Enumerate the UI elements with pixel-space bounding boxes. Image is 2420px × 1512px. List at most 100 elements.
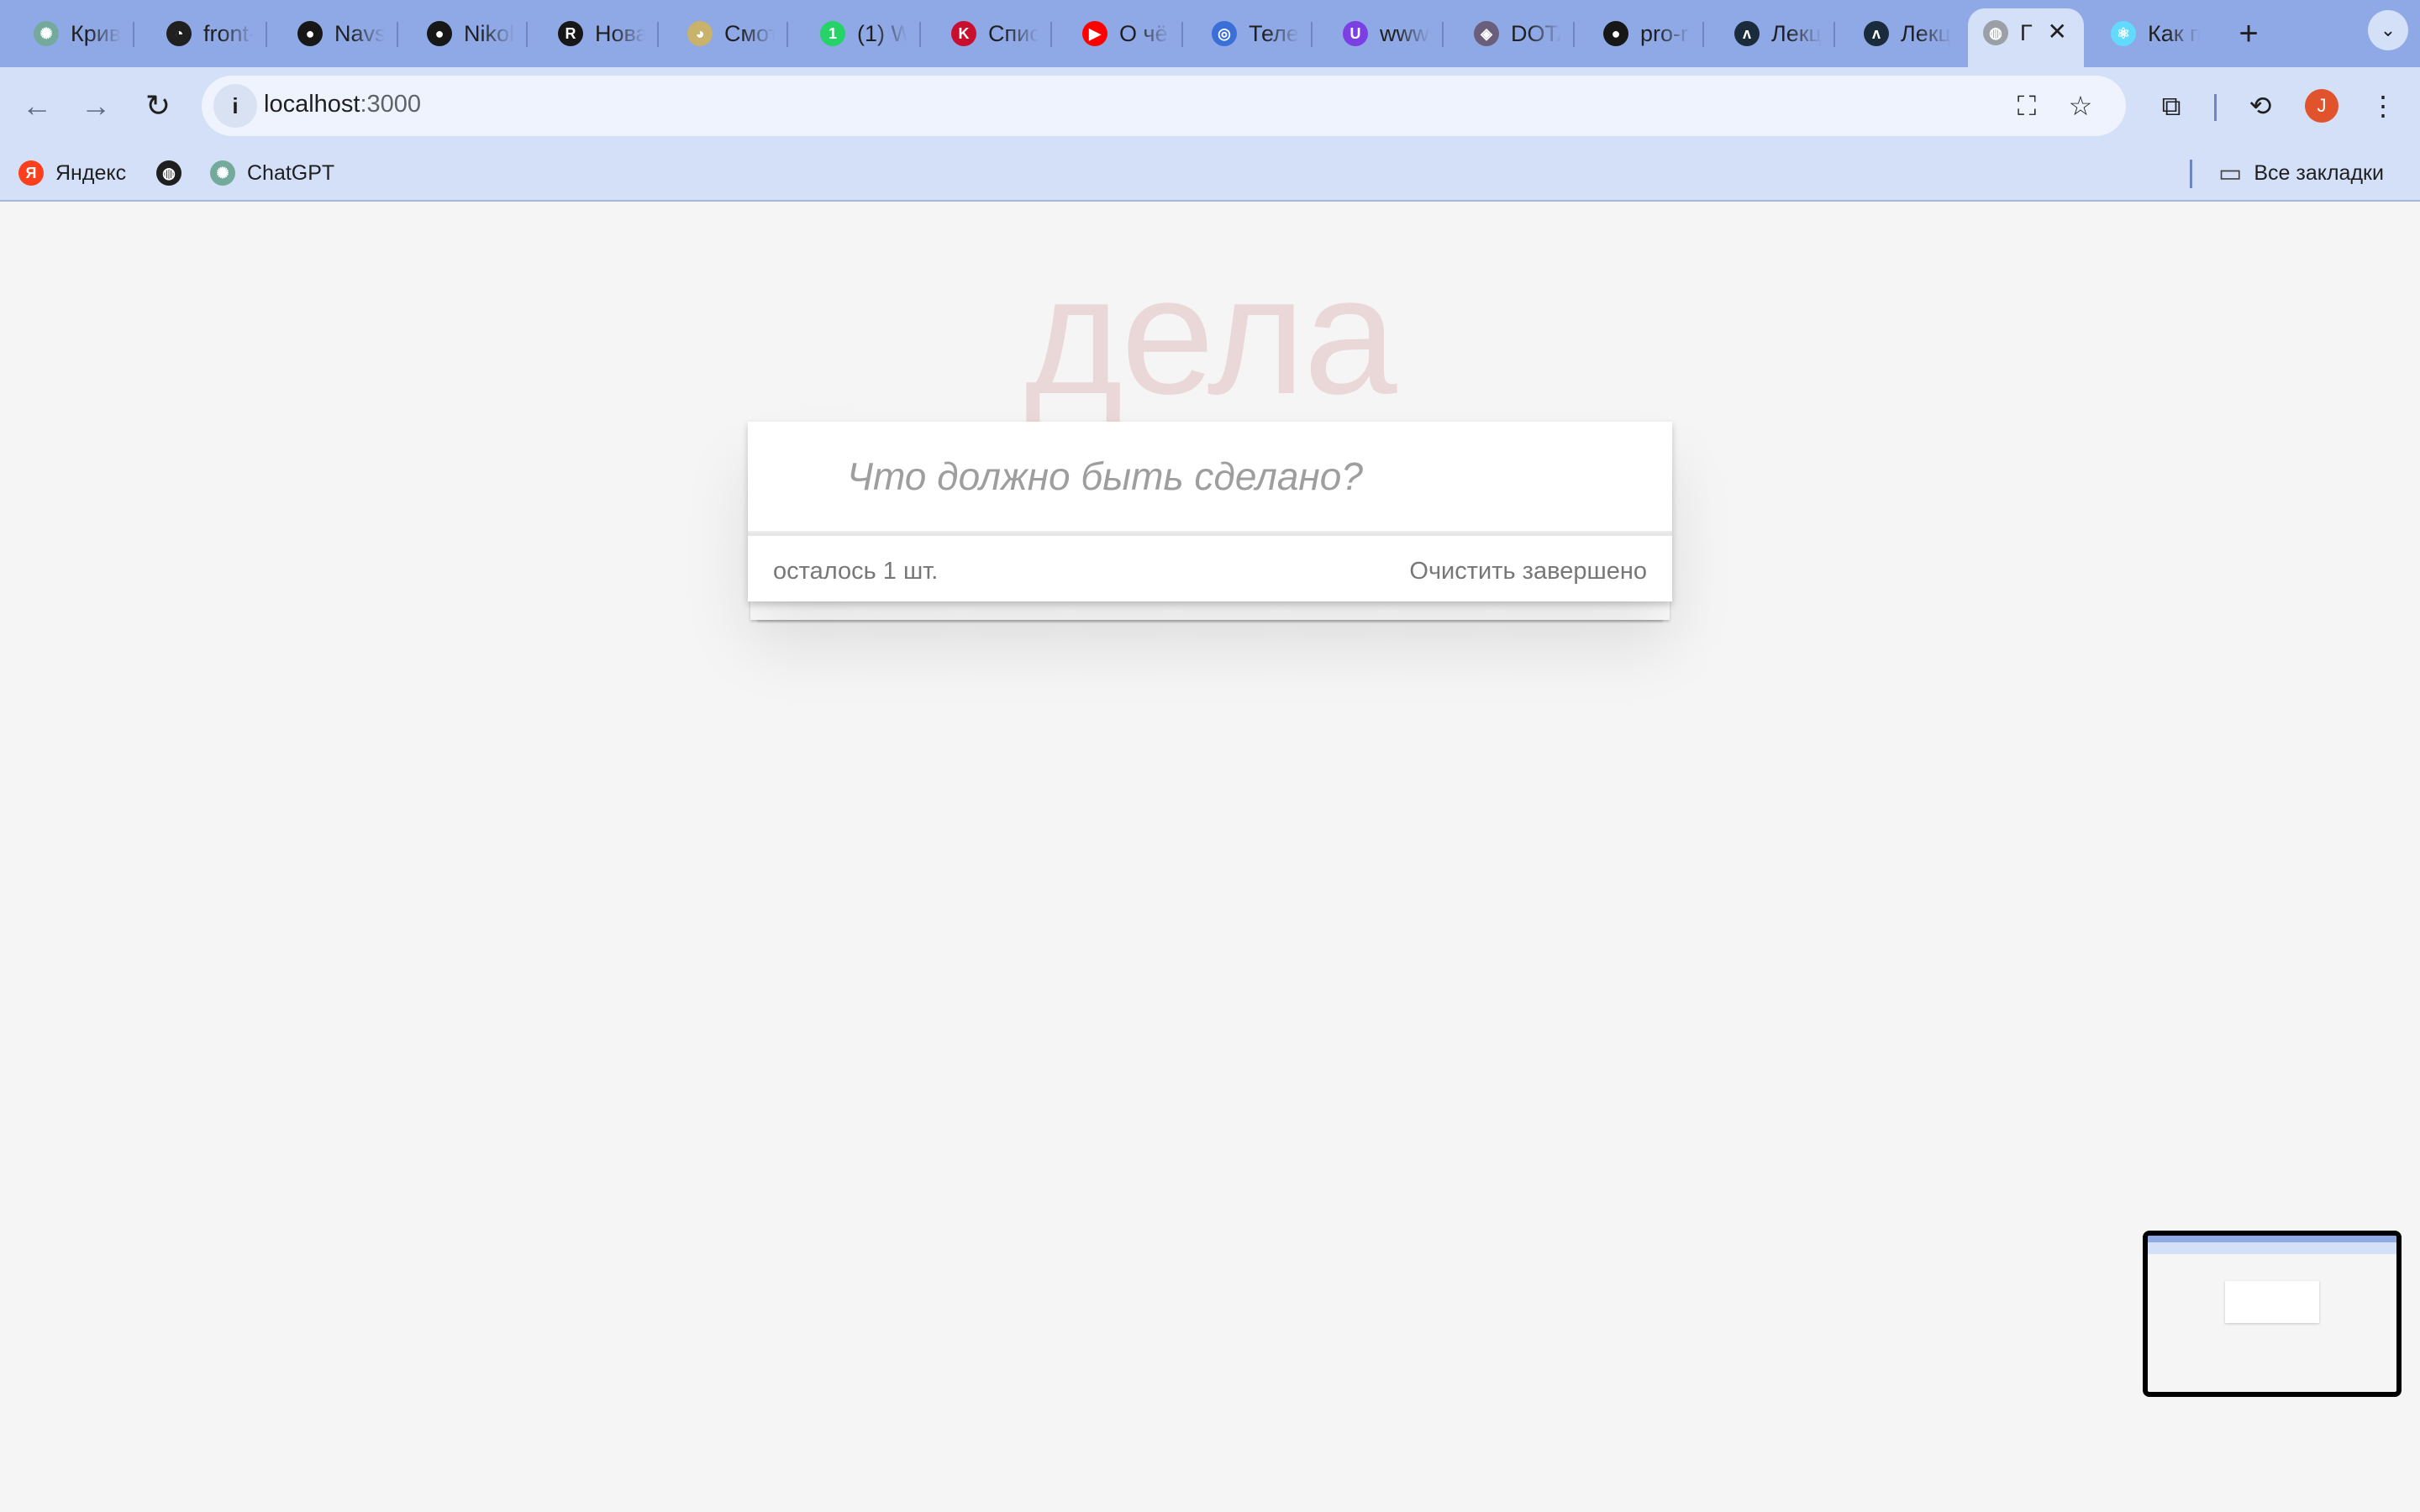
tab-fade: [481, 10, 514, 57]
tab-separator: [1442, 22, 1444, 47]
tab-fade: [1657, 10, 1691, 57]
menu-kebab-icon[interactable]: ⋮: [2361, 84, 2405, 128]
back-arrow-icon[interactable]: ←: [15, 84, 59, 128]
folder-icon: ▭: [2218, 159, 2243, 187]
bookmark-yandex[interactable]: Я Яндекс: [18, 156, 126, 190]
bookmarks-divider: [2190, 160, 2192, 188]
tab[interactable]: ◈DOTA: [1459, 10, 1561, 57]
pip-tabstrip: [2148, 1236, 2396, 1242]
telegram-icon: ◎: [1212, 21, 1237, 46]
tab-strip: ✺Крив ◔front- ●Navsu ●Nikol RНова ◕Смот 1(1) W…: [0, 0, 2420, 67]
whatsapp-icon: 1: [820, 21, 845, 46]
extensions-icon[interactable]: ⧉: [2149, 84, 2193, 128]
items-left-count: осталось 1 шт.: [773, 558, 939, 585]
tab-fade: [1788, 10, 1822, 57]
tab[interactable]: ●pro-r: [1588, 10, 1691, 57]
lecture-icon: ʌ: [1864, 21, 1889, 46]
tab-separator: [1573, 22, 1575, 47]
picture-in-picture-preview[interactable]: [2143, 1231, 2402, 1397]
github-icon: ●: [427, 21, 452, 46]
tab[interactable]: KСпис: [936, 10, 1039, 57]
tab-fade: [612, 10, 645, 57]
github-icon: ●: [297, 21, 323, 46]
close-icon[interactable]: ✕: [2048, 20, 2067, 44]
translate-icon[interactable]: ⛶: [2008, 87, 2045, 124]
tab-fade: [1005, 10, 1039, 57]
tab-fade: [741, 10, 775, 57]
tab[interactable]: RНова: [543, 10, 645, 57]
tab[interactable]: ʌЛекц: [1849, 10, 1951, 57]
youtube-icon: ▶: [1082, 21, 1107, 46]
tab[interactable]: ✺Крив: [18, 10, 121, 57]
tab-fade: [874, 10, 908, 57]
todo-card: осталось 1 шт. Очистить завершено: [748, 422, 1672, 601]
tab[interactable]: 1(1) W: [805, 10, 908, 57]
bookmark-label: Яндекс: [55, 160, 127, 185]
dota-icon: ◈: [1474, 21, 1499, 46]
bookmark-chatgpt[interactable]: ✺ ChatGPT: [210, 156, 334, 190]
tab[interactable]: ●Nikol: [412, 10, 514, 57]
clear-completed-button[interactable]: Очистить завершено: [1409, 558, 1647, 585]
tab-fade: [2166, 10, 2200, 57]
tab-fade: [1528, 10, 1561, 57]
stack-shadow: [750, 600, 1670, 620]
bookmarks-bar: Я Яндекс ◍ ✺ ChatGPT ▭ Все закладки: [0, 144, 2420, 202]
tab-fade: [1397, 10, 1430, 57]
purple-u-icon: U: [1343, 21, 1368, 46]
lecture-icon: ʌ: [1734, 21, 1760, 46]
tab-title: Г: [2020, 19, 2033, 45]
tab-fade: [1918, 10, 1951, 57]
tab-search-button[interactable]: ⌄: [2368, 10, 2408, 50]
tab[interactable]: ⚛Как п: [2096, 10, 2200, 57]
tab-separator: [1181, 22, 1183, 47]
tab-separator: [1833, 22, 1835, 47]
react-icon: ⚛: [2111, 21, 2136, 46]
tab[interactable]: ◎Теле: [1197, 10, 1299, 57]
tab-separator: [657, 22, 659, 47]
forward-arrow-icon[interactable]: →: [74, 84, 118, 128]
globe-icon: ◍: [156, 160, 182, 186]
kfc-icon: K: [951, 21, 976, 46]
tab-separator: [397, 22, 398, 47]
tab[interactable]: ʌЛекц: [1719, 10, 1822, 57]
url-text[interactable]: localhost:3000: [264, 91, 421, 118]
tab[interactable]: ◔front-: [151, 10, 254, 57]
bookmark-label: ChatGPT: [247, 160, 335, 185]
new-tab-button[interactable]: +: [2232, 13, 2265, 54]
yandex-icon: Я: [18, 160, 44, 186]
tab[interactable]: Uwww.: [1328, 10, 1430, 57]
pip-toolbar: [2148, 1242, 2396, 1254]
new-todo-input[interactable]: [748, 422, 1672, 531]
tab[interactable]: ▶О чё: [1067, 10, 1170, 57]
tab-separator: [1050, 22, 1052, 47]
reload-icon[interactable]: ↻: [136, 84, 180, 128]
bookmark-globe[interactable]: ◍: [156, 156, 193, 190]
bookmark-label: Все закладки: [2254, 160, 2384, 185]
tab-fade: [220, 10, 254, 57]
tab-fade: [87, 10, 121, 57]
chatgpt-icon: ✺: [34, 21, 59, 46]
tab-separator: [1702, 22, 1704, 47]
chatgpt-icon: ✺: [210, 160, 235, 186]
profile-avatar[interactable]: J: [2305, 89, 2338, 123]
pip-todo-card: [2225, 1281, 2319, 1323]
tab-separator: [526, 22, 528, 47]
r-logo-icon: R: [558, 21, 583, 46]
tab-active[interactable]: ◍ Г ✕: [1968, 8, 2084, 67]
todo-footer: осталось 1 шт. Очистить завершено: [748, 534, 1672, 601]
all-bookmarks-button[interactable]: ▭ Все закладки: [2218, 156, 2384, 190]
tab[interactable]: ◕Смот: [672, 10, 775, 57]
bookmark-star-icon[interactable]: ☆: [2062, 87, 2099, 124]
site-info-icon[interactable]: i: [213, 84, 257, 128]
tab-separator: [1311, 22, 1313, 47]
github-icon: ●: [1603, 21, 1628, 46]
address-bar[interactable]: i localhost:3000 ⛶ ☆: [202, 76, 2126, 136]
tab-separator: [266, 22, 267, 47]
cat-icon: ◕: [687, 21, 713, 46]
performance-icon[interactable]: ⟲: [2238, 84, 2282, 128]
clock-icon: ◔: [166, 21, 192, 46]
globe-icon: ◍: [1983, 20, 2008, 45]
tab-separator: [133, 22, 134, 47]
tab-fade: [1265, 10, 1299, 57]
tab[interactable]: ●Navsu: [282, 10, 385, 57]
